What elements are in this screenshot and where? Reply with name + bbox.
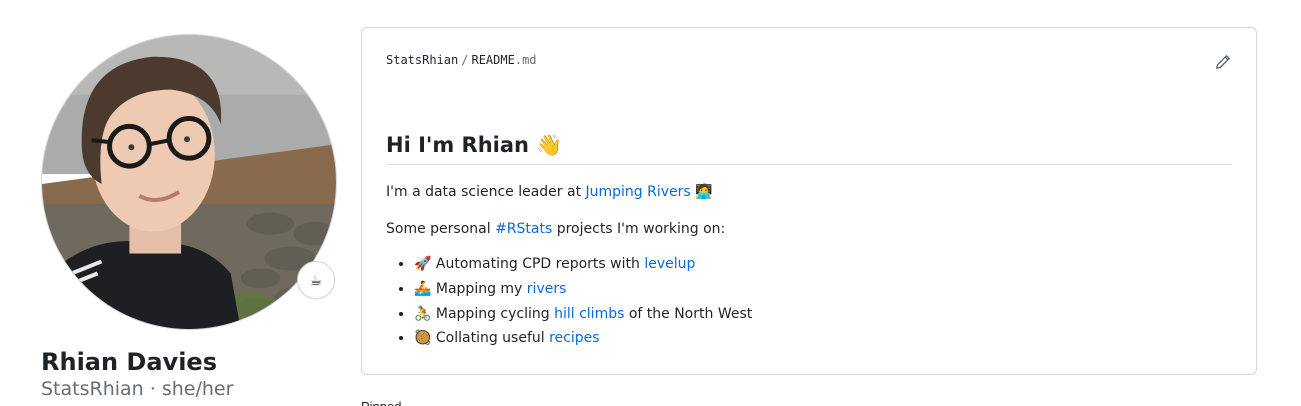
projects-list: 🚀 Automating CPD reports with levelup 🚣 … — [414, 254, 752, 353]
list-item: 🚀 Automating CPD reports with levelup — [414, 254, 752, 274]
readme-card: StatsRhian / README.md Hi I'm Rhian 👋 I'm … — [361, 27, 1257, 375]
readme-path: StatsRhian / README.md — [386, 53, 537, 67]
readme-file-base[interactable]: README — [471, 53, 514, 67]
readme-heading: Hi I'm Rhian 👋 — [386, 128, 1232, 165]
rocket-icon: 🚀 — [414, 256, 432, 272]
path-separator: / — [461, 53, 469, 67]
readme-projects-intro: Some personal #RStats projects I'm worki… — [386, 219, 725, 239]
profile-username-pronouns: StatsRhian · she/her — [41, 378, 234, 400]
rowboat-icon: 🚣 — [414, 280, 432, 297]
list-item: 🚣 Mapping my rivers — [414, 279, 752, 299]
item-text: Collating useful — [431, 330, 550, 347]
paella-icon: 🥘 — [414, 330, 432, 347]
bicycle-icon: 🚴 — [414, 305, 432, 322]
readme-file-ext: .md — [514, 53, 537, 67]
rstats-link[interactable]: #RStats — [495, 221, 552, 237]
edit-readme-button[interactable] — [1214, 53, 1232, 71]
list-item: 🚴 Mapping cycling hill climbs of the Nor… — [414, 304, 752, 324]
item-after: of the North West — [624, 305, 753, 322]
list-item: 🥘 Collating useful recipes — [414, 328, 752, 348]
item-text: Automating CPD reports with — [431, 256, 645, 272]
coffee-icon: ☕ — [309, 271, 323, 288]
recipes-link[interactable]: recipes — [549, 330, 599, 346]
rivers-link[interactable]: rivers — [527, 281, 567, 297]
profile-full-name: Rhian Davies — [41, 348, 217, 376]
intro-text: I'm a data science leader at — [386, 184, 586, 200]
pencil-icon — [1216, 55, 1230, 69]
projects-post: projects I'm working on: — [552, 221, 726, 237]
status-button[interactable]: ☕ — [297, 261, 335, 299]
jumping-rivers-link[interactable]: Jumping Rivers — [586, 184, 691, 200]
item-text: Mapping my — [431, 280, 527, 297]
avatar-photo — [42, 35, 336, 329]
pinned-heading: Pinned — [361, 400, 421, 406]
levelup-link[interactable]: levelup — [644, 256, 695, 272]
readme-intro: I'm a data science leader at Jumping Riv… — [386, 182, 713, 202]
item-text: Mapping cycling — [431, 305, 555, 322]
technologist-emoji: 🧑‍💻 — [690, 184, 713, 200]
projects-pre: Some personal — [386, 221, 496, 237]
profile-avatar[interactable] — [41, 34, 337, 330]
readme-owner[interactable]: StatsRhian — [386, 53, 458, 67]
hill-climbs-link[interactable]: hill climbs — [554, 306, 624, 322]
